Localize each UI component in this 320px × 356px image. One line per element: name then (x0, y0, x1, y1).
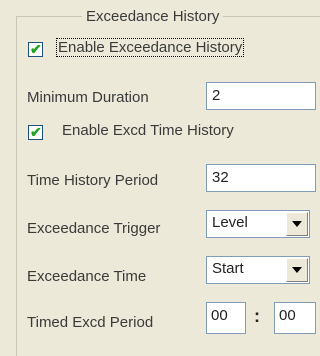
timed-excd-period-label: Timed Excd Period (27, 314, 154, 331)
time-history-period-label: Time History Period (27, 172, 159, 189)
exceedance-time-dropdown-button[interactable] (286, 258, 308, 282)
enable-exceedance-history-label[interactable]: Enable Exceedance History (55, 38, 245, 57)
enable-exceedance-history-checkbox[interactable]: ✔ (28, 41, 43, 57)
check-icon: ✔ (30, 124, 42, 140)
time-separator: : (254, 306, 260, 326)
enable-excd-time-history-label[interactable]: Enable Excd Time History (62, 122, 234, 139)
exceedance-time-value: Start (212, 260, 244, 277)
chevron-down-icon (292, 221, 302, 227)
exceedance-time-select[interactable]: Start (206, 256, 310, 284)
minimum-duration-input[interactable]: 2 (206, 82, 316, 110)
exceedance-trigger-value: Level (212, 214, 248, 231)
group-title: Exceedance History (82, 8, 224, 26)
minimum-duration-label: Minimum Duration (27, 89, 149, 106)
exceedance-time-label: Exceedance Time (27, 268, 147, 285)
enable-excd-time-history-checkbox[interactable]: ✔ (28, 124, 43, 140)
time-history-period-input[interactable]: 32 (206, 164, 316, 192)
check-icon: ✔ (30, 41, 42, 57)
exceedance-trigger-select[interactable]: Level (206, 210, 310, 238)
exceedance-trigger-label: Exceedance Trigger (27, 220, 161, 237)
timed-excd-period-hours-input[interactable]: 00 (206, 302, 246, 334)
timed-excd-period-minutes-input[interactable]: 00 (274, 302, 316, 334)
chevron-down-icon (292, 267, 302, 273)
exceedance-trigger-dropdown-button[interactable] (286, 212, 308, 236)
